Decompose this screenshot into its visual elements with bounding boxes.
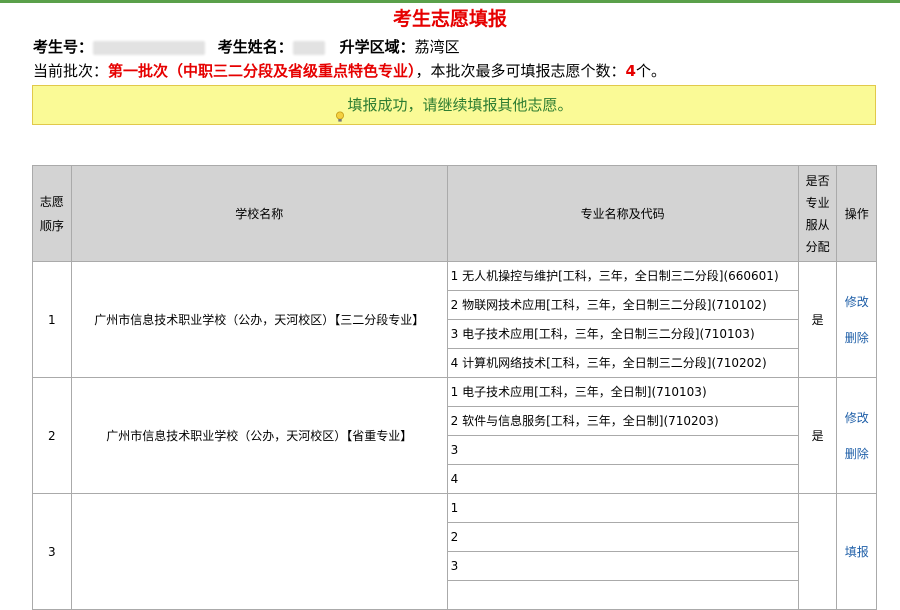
page-title: 考生志愿填报	[392, 8, 507, 30]
choices-table: 志愿顺序 学校名称 专业名称及代码 是否专业服从分配 操作 1 广州市信息技术职…	[32, 165, 877, 610]
batch-name: 第一批次（中职三二分段及省级重点特色专业）	[108, 62, 416, 80]
row-actions: 填报	[836, 493, 877, 610]
row-seq: 2	[32, 377, 72, 494]
fill-link[interactable]: 填报	[838, 543, 875, 560]
header-op: 操作	[836, 165, 877, 262]
major-cell: 2	[446, 522, 799, 552]
row-school: 广州市信息技术职业学校（公办，天河校区）【三二分段专业】	[70, 261, 448, 378]
current-batch-line: 当前批次：第一批次（中职三二分段及省级重点特色专业），本批次最多可填报志愿个数：…	[33, 60, 666, 82]
notice-text: 填报成功，请继续填报其他志愿。	[347, 96, 573, 114]
batch-middle: ，本批次最多可填报志愿个数：	[415, 62, 626, 80]
major-cell: 2 物联网技术应用[工科，三年，全日制三二分段](710102)	[446, 290, 799, 320]
delete-link[interactable]: 删除	[838, 329, 875, 346]
major-cell: 1	[446, 493, 799, 523]
row-obey	[797, 493, 838, 610]
delete-link[interactable]: 删除	[838, 445, 875, 462]
major-cell: 3	[446, 435, 799, 465]
row-seq: 1	[32, 261, 72, 378]
header-school: 学校名称	[70, 165, 448, 262]
header-major: 专业名称及代码	[446, 165, 799, 262]
edit-link[interactable]: 修改	[838, 293, 875, 310]
top-border-line	[0, 0, 900, 3]
header-seq: 志愿顺序	[32, 165, 72, 262]
batch-count: 4	[625, 62, 636, 80]
major-cell	[446, 580, 799, 610]
exam-number-value-redacted	[93, 40, 206, 55]
major-cell: 3	[446, 551, 799, 581]
row-obey: 是	[797, 261, 838, 378]
table-header-row: 志愿顺序 学校名称 专业名称及代码 是否专业服从分配 操作	[32, 165, 877, 262]
row-school: 广州市信息技术职业学校（公办，天河校区）【省重专业】	[70, 377, 448, 494]
major-cell: 4	[446, 464, 799, 494]
row-seq: 3	[32, 493, 72, 610]
batch-suffix: 个。	[635, 62, 666, 80]
major-cell: 4 计算机网络技术[工科，三年，全日制三二分段](710202)	[446, 348, 799, 378]
area-label: 升学区域：	[339, 38, 415, 56]
student-info: 考生号： 考生姓名： 升学区域：荔湾区	[33, 36, 460, 58]
major-cell: 1 无人机操控与维护[工科，三年，全日制三二分段](660601)	[446, 261, 799, 291]
row-obey: 是	[797, 377, 838, 494]
student-name-value-redacted	[292, 40, 325, 55]
table-row: 3 1 填报	[32, 493, 877, 610]
batch-prefix: 当前批次：	[33, 62, 109, 80]
row-actions: 修改 删除	[836, 261, 877, 378]
major-cell: 2 软件与信息服务[工科，三年，全日制](710203)	[446, 406, 799, 436]
table-row: 2 广州市信息技术职业学校（公办，天河校区）【省重专业】 1 电子技术应用[工科…	[32, 377, 877, 494]
major-cell: 1 电子技术应用[工科，三年，全日制](710103)	[446, 377, 799, 407]
area-value: 荔湾区	[414, 38, 460, 56]
success-notice: 填报成功，请继续填报其他志愿。	[32, 85, 876, 125]
lightbulb-icon	[335, 99, 345, 122]
table-row: 1 广州市信息技术职业学校（公办，天河校区）【三二分段专业】 1 无人机操控与维…	[32, 261, 877, 378]
row-actions: 修改 删除	[836, 377, 877, 494]
edit-link[interactable]: 修改	[838, 409, 875, 426]
header-obey: 是否专业服从分配	[797, 165, 838, 262]
student-name-label: 考生姓名：	[217, 38, 293, 56]
exam-number-label: 考生号：	[33, 38, 94, 56]
row-school	[70, 493, 448, 610]
major-cell: 3 电子技术应用[工科，三年，全日制三二分段](710103)	[446, 319, 799, 349]
